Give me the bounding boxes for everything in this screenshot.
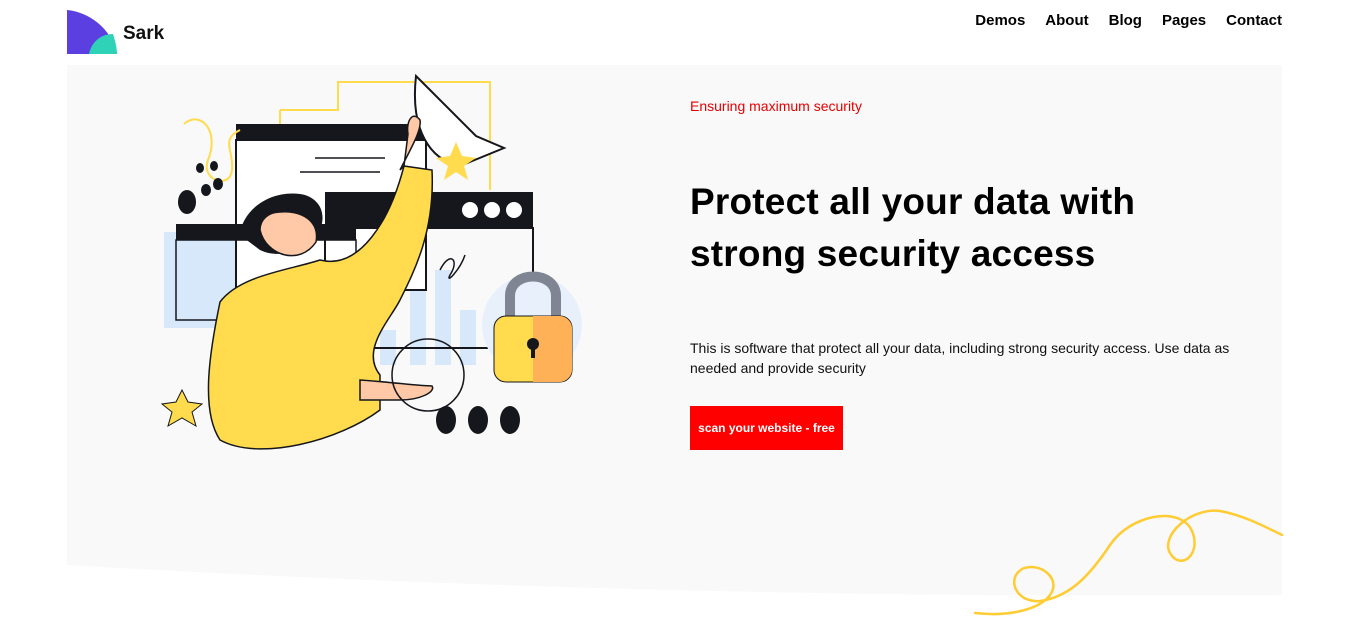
hero-headline: Protect all your data with strong securi… xyxy=(690,176,1250,280)
nav-item-contact[interactable]: Contact xyxy=(1226,11,1282,31)
padlock-icon xyxy=(482,271,582,383)
decorative-squiggle xyxy=(973,509,1284,616)
nav-item-blog[interactable]: Blog xyxy=(1109,11,1142,31)
hero-headline-line-2: strong security access xyxy=(690,233,1096,274)
hero-description: This is software that protect all your d… xyxy=(690,340,1230,376)
brand-name[interactable]: Sark xyxy=(123,22,164,46)
hero-headline-line-1: Protect all your data with xyxy=(690,181,1136,222)
nav-item-about[interactable]: About xyxy=(1045,11,1088,31)
brand-logo-icon[interactable] xyxy=(67,10,117,54)
scan-website-button[interactable]: scan your website - free xyxy=(690,406,843,450)
security-illustration xyxy=(160,73,582,450)
nav-item-pages[interactable]: Pages xyxy=(1162,11,1206,31)
main-nav: Demos About Blog Pages Contact xyxy=(975,11,1282,31)
nav-item-demos[interactable]: Demos xyxy=(975,11,1025,31)
navbar: Sark Demos About Blog Pages Contact xyxy=(0,0,1349,64)
hero-eyebrow: Ensuring maximum security xyxy=(690,98,862,114)
